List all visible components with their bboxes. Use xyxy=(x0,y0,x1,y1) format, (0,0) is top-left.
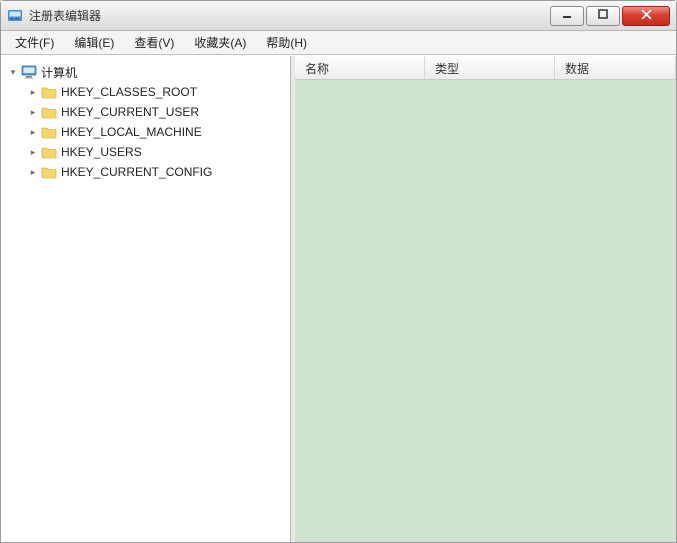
content-area: ▾ 计算机 ▸ xyxy=(1,55,676,542)
folder-icon xyxy=(41,104,57,120)
tree-node-hkey-current-config[interactable]: ▸ HKEY_CURRENT_CONFIG xyxy=(25,162,286,182)
tree-node-label: HKEY_CLASSES_ROOT xyxy=(61,85,197,99)
folder-icon xyxy=(41,144,57,160)
computer-icon xyxy=(21,64,37,80)
tree-node-computer[interactable]: ▾ 计算机 xyxy=(5,62,286,82)
folder-icon xyxy=(41,164,57,180)
expander-closed-icon[interactable]: ▸ xyxy=(27,106,39,118)
window-buttons xyxy=(548,6,670,26)
menu-favorites[interactable]: 收藏夹(A) xyxy=(184,31,256,54)
tree-node-label: 计算机 xyxy=(41,64,77,81)
menu-label: 编辑(E) xyxy=(74,34,114,51)
column-label: 数据 xyxy=(565,62,589,76)
tree-node-label: HKEY_USERS xyxy=(61,145,142,159)
window-title: 注册表编辑器 xyxy=(29,7,101,24)
folder-icon xyxy=(41,84,57,100)
menu-view[interactable]: 查看(V) xyxy=(124,31,184,54)
tree-node-hkey-users[interactable]: ▸ HKEY_USERS xyxy=(25,142,286,162)
tree-node-label: HKEY_CURRENT_CONFIG xyxy=(61,165,212,179)
menu-label: 查看(V) xyxy=(134,34,174,51)
column-header-data[interactable]: 数据 xyxy=(555,56,676,79)
column-label: 类型 xyxy=(435,62,459,76)
folder-icon xyxy=(41,124,57,140)
title-bar[interactable]: 注册表编辑器 xyxy=(1,1,676,31)
tree-node-hkey-current-user[interactable]: ▸ HKEY_CURRENT_USER xyxy=(25,102,286,122)
tree-pane[interactable]: ▾ 计算机 ▸ xyxy=(1,56,291,542)
expander-open-icon[interactable]: ▾ xyxy=(7,66,19,78)
tree-children: ▸ HKEY_CLASSES_ROOT ▸ HKEY_CURRENT_USER xyxy=(5,82,286,182)
menu-label: 文件(F) xyxy=(15,34,54,51)
maximize-icon xyxy=(598,9,608,22)
menu-edit[interactable]: 编辑(E) xyxy=(64,31,124,54)
expander-closed-icon[interactable]: ▸ xyxy=(27,126,39,138)
tree-node-label: HKEY_LOCAL_MACHINE xyxy=(61,125,202,139)
column-label: 名称 xyxy=(305,62,329,76)
list-pane: 名称 类型 数据 xyxy=(295,56,676,542)
expander-closed-icon[interactable]: ▸ xyxy=(27,146,39,158)
tree-node-hkey-classes-root[interactable]: ▸ HKEY_CLASSES_ROOT xyxy=(25,82,286,102)
app-icon xyxy=(7,8,23,24)
tree-node-label: HKEY_CURRENT_USER xyxy=(61,105,199,119)
column-header-name[interactable]: 名称 xyxy=(295,56,425,79)
menu-file[interactable]: 文件(F) xyxy=(5,31,64,54)
close-icon xyxy=(641,9,652,23)
expander-closed-icon[interactable]: ▸ xyxy=(27,166,39,178)
minimize-button[interactable] xyxy=(550,6,584,26)
menu-help[interactable]: 帮助(H) xyxy=(256,31,317,54)
registry-editor-window: 注册表编辑器 文件(F) 编辑(E) 查看(V) 收藏夹(A xyxy=(0,0,677,543)
tree-root: ▾ 计算机 ▸ xyxy=(5,62,286,182)
list-body[interactable] xyxy=(295,80,676,542)
column-header-type[interactable]: 类型 xyxy=(425,56,555,79)
maximize-button[interactable] xyxy=(586,6,620,26)
menu-label: 帮助(H) xyxy=(266,34,307,51)
close-button[interactable] xyxy=(622,6,670,26)
menu-bar: 文件(F) 编辑(E) 查看(V) 收藏夹(A) 帮助(H) xyxy=(1,31,676,55)
list-header: 名称 类型 数据 xyxy=(295,56,676,80)
minimize-icon xyxy=(562,9,572,22)
menu-label: 收藏夹(A) xyxy=(194,34,246,51)
expander-closed-icon[interactable]: ▸ xyxy=(27,86,39,98)
tree-node-hkey-local-machine[interactable]: ▸ HKEY_LOCAL_MACHINE xyxy=(25,122,286,142)
